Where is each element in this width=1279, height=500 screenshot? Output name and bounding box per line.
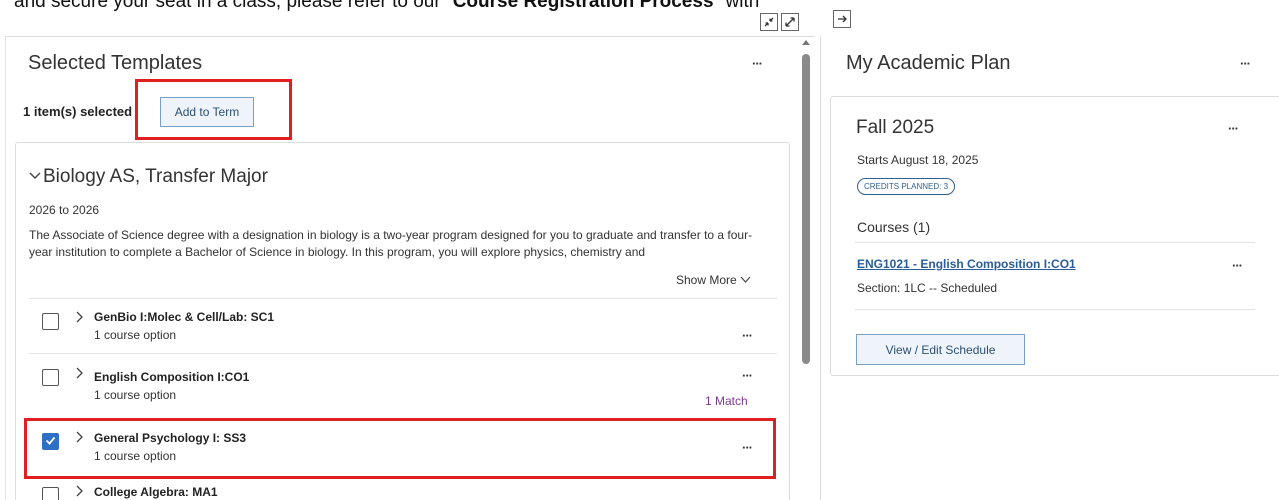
row-divider xyxy=(29,298,777,299)
panel-splitter[interactable] xyxy=(820,36,821,500)
arrow-right-icon[interactable] xyxy=(833,10,851,28)
academic-plan-menu-button[interactable]: ··· xyxy=(1240,56,1251,71)
course-menu-button[interactable]: ··· xyxy=(742,368,753,383)
course-menu-button[interactable]: ··· xyxy=(742,328,753,343)
highlight-box-add-to-term xyxy=(135,79,292,140)
courses-label: Courses (1) xyxy=(857,219,931,235)
banner-text-suffix: " with xyxy=(713,0,760,12)
show-more-link[interactable]: Show More xyxy=(676,273,751,287)
expand-arrows-icon[interactable] xyxy=(781,13,799,31)
instruction-banner: and secure your seat in a class, please … xyxy=(14,0,759,13)
selected-templates-menu-button[interactable]: ··· xyxy=(752,56,763,71)
highlight-box-psychology xyxy=(24,418,776,479)
chevron-down-icon xyxy=(740,276,751,283)
scroll-up-icon[interactable] xyxy=(801,38,811,48)
credits-badge: CREDITS PLANNED: 3 xyxy=(857,178,956,195)
chevron-right-icon[interactable] xyxy=(74,366,84,383)
selected-templates-title: Selected Templates xyxy=(28,52,203,74)
course-checkbox-algebra[interactable] xyxy=(42,487,59,500)
chevron-down-icon[interactable] xyxy=(28,168,42,186)
row-divider xyxy=(855,242,1255,243)
collapse-arrows-icon[interactable] xyxy=(760,13,778,31)
course-link[interactable]: ENG1021 - English Composition I:CO1 xyxy=(857,257,1076,271)
course-title: College Algebra: MA1 xyxy=(94,485,218,499)
page: and secure your seat in a class, please … xyxy=(0,0,1279,500)
match-badge[interactable]: 1 Match xyxy=(705,394,748,408)
course-checkbox-genbio[interactable] xyxy=(42,313,59,330)
term-menu-button[interactable]: ··· xyxy=(1228,121,1239,136)
chevron-right-icon[interactable] xyxy=(74,310,84,327)
course-options: 1 course option xyxy=(94,388,177,402)
banner-text-prefix: and secure your seat in a class, please … xyxy=(14,0,453,12)
banner-link-text[interactable]: Course Registration Process xyxy=(453,0,714,12)
template-description: The Associate of Science degree with a d… xyxy=(29,228,753,259)
template-years: 2026 to 2026 xyxy=(29,203,100,217)
template-title[interactable]: Biology AS, Transfer Major xyxy=(43,166,268,188)
course-section-status: Section: 1LC -- Scheduled xyxy=(857,281,998,295)
course-title: GenBio I:Molec & Cell/Lab: SC1 xyxy=(94,310,275,324)
scrollbar-thumb[interactable] xyxy=(802,54,810,364)
view-edit-schedule-button[interactable]: View / Edit Schedule xyxy=(856,334,1025,365)
show-more-label: Show More xyxy=(676,273,737,287)
row-divider xyxy=(855,309,1255,310)
term-start-date: Starts August 18, 2025 xyxy=(857,153,979,167)
chevron-right-icon[interactable] xyxy=(74,484,84,500)
selected-count: 1 item(s) selected xyxy=(23,104,133,119)
row-divider xyxy=(29,353,777,354)
course-checkbox-english[interactable] xyxy=(42,369,59,386)
term-title: Fall 2025 xyxy=(856,117,935,138)
academic-plan-title: My Academic Plan xyxy=(846,52,1011,74)
course-title: English Composition I:CO1 xyxy=(94,370,250,384)
planned-course-menu-button[interactable]: ··· xyxy=(1232,258,1243,273)
course-options: 1 course option xyxy=(94,328,177,342)
